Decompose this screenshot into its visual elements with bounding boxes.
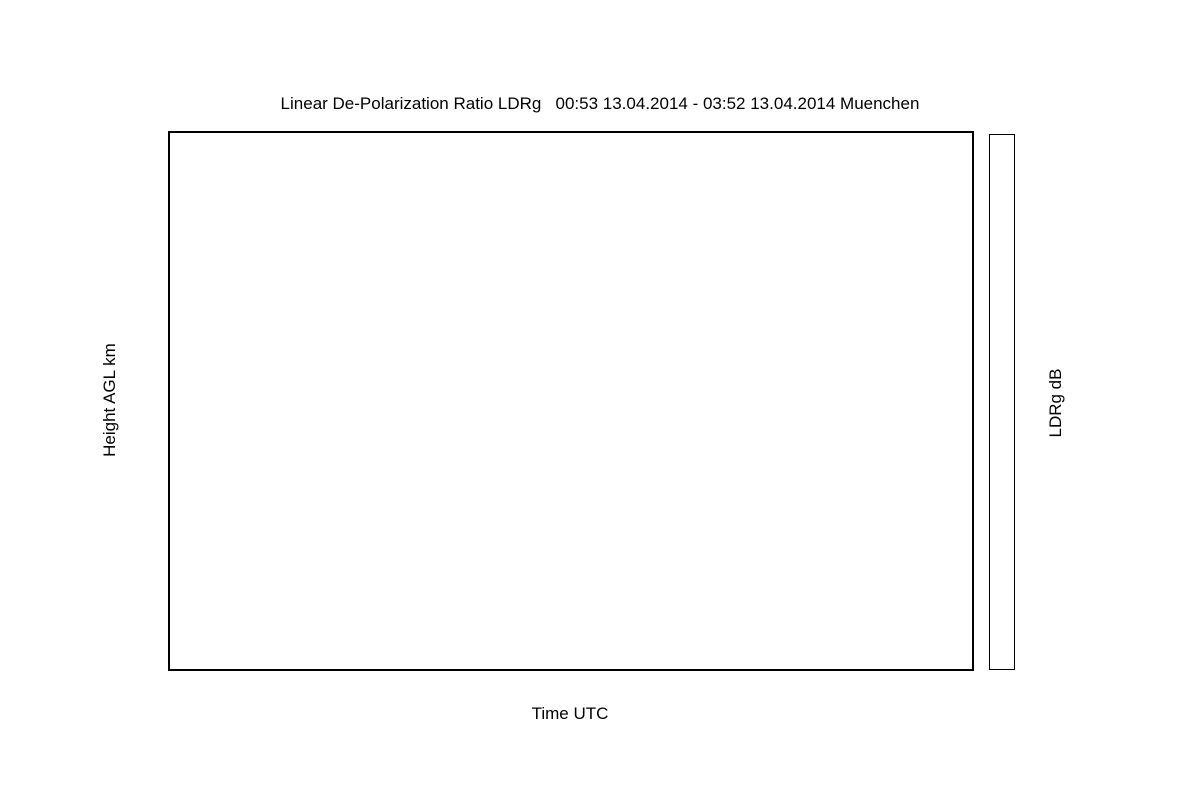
- figure: Linear De-Polarization Ratio LDRg 00:53 …: [0, 0, 1200, 800]
- plot-frame: [168, 131, 974, 671]
- chart-title: Linear De-Polarization Ratio LDRg 00:53 …: [280, 94, 920, 113]
- y-axis-title: Height AGL km: [100, 343, 119, 457]
- colorbar-frame: [989, 134, 1015, 670]
- x-axis-title: Time UTC: [531, 704, 609, 723]
- colorbar-title: LDRg dB: [1046, 368, 1065, 438]
